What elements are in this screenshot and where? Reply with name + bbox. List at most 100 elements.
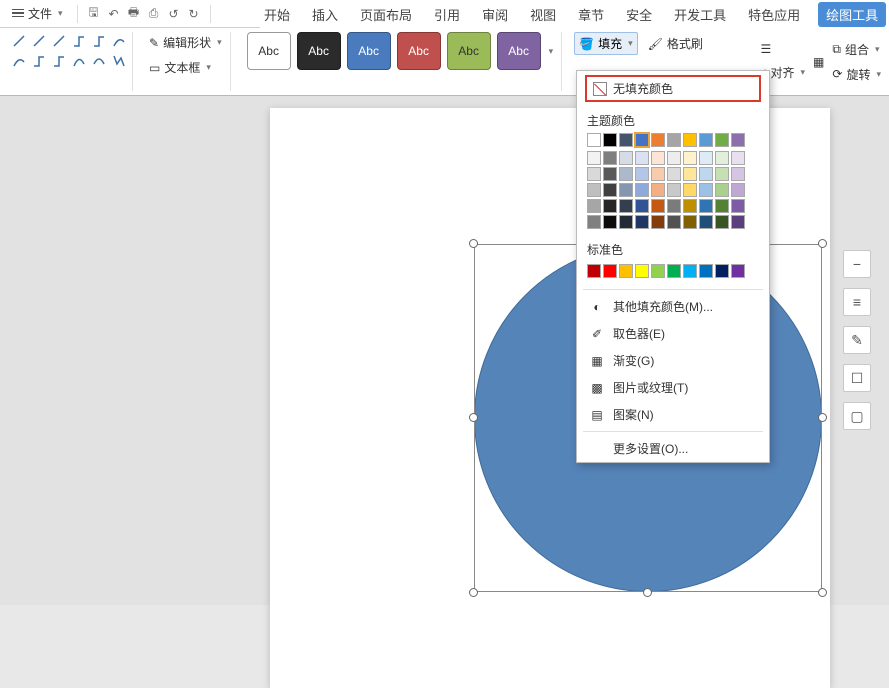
line-tools-gallery[interactable] [10,32,128,70]
color-swatch[interactable] [619,183,633,197]
connector-tool[interactable] [90,32,108,50]
undo2-icon[interactable]: ↺ [166,6,182,22]
color-swatch[interactable] [715,183,729,197]
color-swatch[interactable] [587,167,601,181]
color-swatch[interactable] [667,199,681,213]
color-swatch[interactable] [731,199,745,213]
color-swatch[interactable] [699,133,713,147]
style-preset[interactable]: Abc [347,32,391,70]
color-swatch[interactable] [731,264,745,278]
resize-handle[interactable] [818,413,827,422]
color-swatch[interactable] [699,183,713,197]
tab-home[interactable]: 开始 [260,1,294,28]
color-swatch[interactable] [619,199,633,213]
resize-handle[interactable] [818,588,827,597]
color-swatch[interactable] [619,151,633,165]
color-swatch[interactable] [587,199,601,213]
color-swatch[interactable] [667,215,681,229]
tab-references[interactable]: 引用 [430,1,464,28]
eyedropper-item[interactable]: ✐ 取色器(E) [577,320,769,347]
bring-forward-button[interactable]: ▦ [811,53,826,71]
color-swatch[interactable] [587,133,601,147]
color-swatch[interactable] [715,199,729,213]
text-box-button[interactable]: ▭ 文本框 ▾ [145,57,226,78]
color-swatch[interactable] [699,264,713,278]
color-swatch[interactable] [587,183,601,197]
color-swatch[interactable] [603,199,617,213]
freeform-tool[interactable] [110,52,128,70]
style-preset[interactable]: Abc [297,32,341,70]
print-icon[interactable]: 🖶 [126,6,142,22]
color-swatch[interactable] [731,183,745,197]
tab-special[interactable]: 特色应用 [744,1,804,28]
color-swatch[interactable] [667,264,681,278]
color-swatch[interactable] [635,167,649,181]
no-fill-item[interactable]: 无填充颜色 [585,75,761,102]
line-tool[interactable] [10,32,28,50]
curve-tool[interactable] [110,32,128,50]
color-swatch[interactable] [683,167,697,181]
color-swatch[interactable] [715,264,729,278]
color-swatch[interactable] [683,183,697,197]
color-swatch[interactable] [635,264,649,278]
text-wrap-button[interactable]: ☰ [758,40,807,58]
color-swatch[interactable] [587,151,601,165]
resize-handle[interactable] [643,588,652,597]
more-fill-colors-item[interactable]: ◐ 其他填充颜色(M)... [577,293,769,320]
color-swatch[interactable] [699,167,713,181]
color-swatch[interactable] [731,215,745,229]
color-swatch[interactable] [683,215,697,229]
style-preset[interactable]: Abc [247,32,291,70]
color-swatch[interactable] [715,215,729,229]
more-settings-item[interactable]: 更多设置(O)... [577,435,769,462]
tab-developer[interactable]: 开发工具 [670,1,730,28]
color-swatch[interactable] [651,151,665,165]
format-brush-button[interactable]: 🖌 格式刷 [644,33,707,54]
color-swatch[interactable] [667,167,681,181]
eyedropper-button[interactable]: ✎ [843,326,871,354]
line-tool[interactable] [30,32,48,50]
resize-handle[interactable] [469,588,478,597]
color-swatch[interactable] [651,167,665,181]
color-swatch[interactable] [619,264,633,278]
color-swatch[interactable] [587,264,601,278]
tab-security[interactable]: 安全 [622,1,656,28]
color-swatch[interactable] [683,264,697,278]
color-swatch[interactable] [635,183,649,197]
resize-handle[interactable] [469,239,478,248]
tab-drawing-tools[interactable]: 绘图工具 [818,2,886,27]
gallery-more-icon[interactable]: ▾ [549,46,554,57]
color-swatch[interactable] [603,133,617,147]
color-swatch[interactable] [667,133,681,147]
color-swatch[interactable] [731,133,745,147]
connector-tool[interactable] [50,52,68,70]
color-swatch[interactable] [587,215,601,229]
color-swatch[interactable] [619,133,633,147]
fill-dropdown-button[interactable]: 🪣 填充 ▾ [574,32,638,55]
shape-style-gallery[interactable]: Abc Abc Abc Abc Abc Abc ▾ [243,32,558,70]
color-swatch[interactable] [651,199,665,213]
color-swatch[interactable] [699,215,713,229]
color-swatch[interactable] [603,167,617,181]
style-preset[interactable]: Abc [447,32,491,70]
color-swatch[interactable] [699,199,713,213]
save-icon[interactable]: 🖫 [86,6,102,22]
file-menu[interactable]: 文件 ▾ [6,3,69,24]
rotate-button[interactable]: ⟳ 旋转▾ [830,64,883,85]
print-preview-icon[interactable]: ⎙ [146,6,162,22]
color-swatch[interactable] [635,151,649,165]
color-swatch[interactable] [619,215,633,229]
color-swatch[interactable] [651,133,665,147]
color-swatch[interactable] [651,183,665,197]
shape-tool-button[interactable]: ▢ [843,402,871,430]
connector-tool[interactable] [30,52,48,70]
color-swatch[interactable] [683,199,697,213]
color-swatch[interactable] [731,167,745,181]
color-swatch[interactable] [619,167,633,181]
edit-shape-button[interactable]: ✎ 编辑形状 ▾ [145,32,226,53]
tab-insert[interactable]: 插入 [308,1,342,28]
curve-tool[interactable] [90,52,108,70]
curve-tool[interactable] [70,52,88,70]
connector-tool[interactable] [70,32,88,50]
style-preset[interactable]: Abc [397,32,441,70]
